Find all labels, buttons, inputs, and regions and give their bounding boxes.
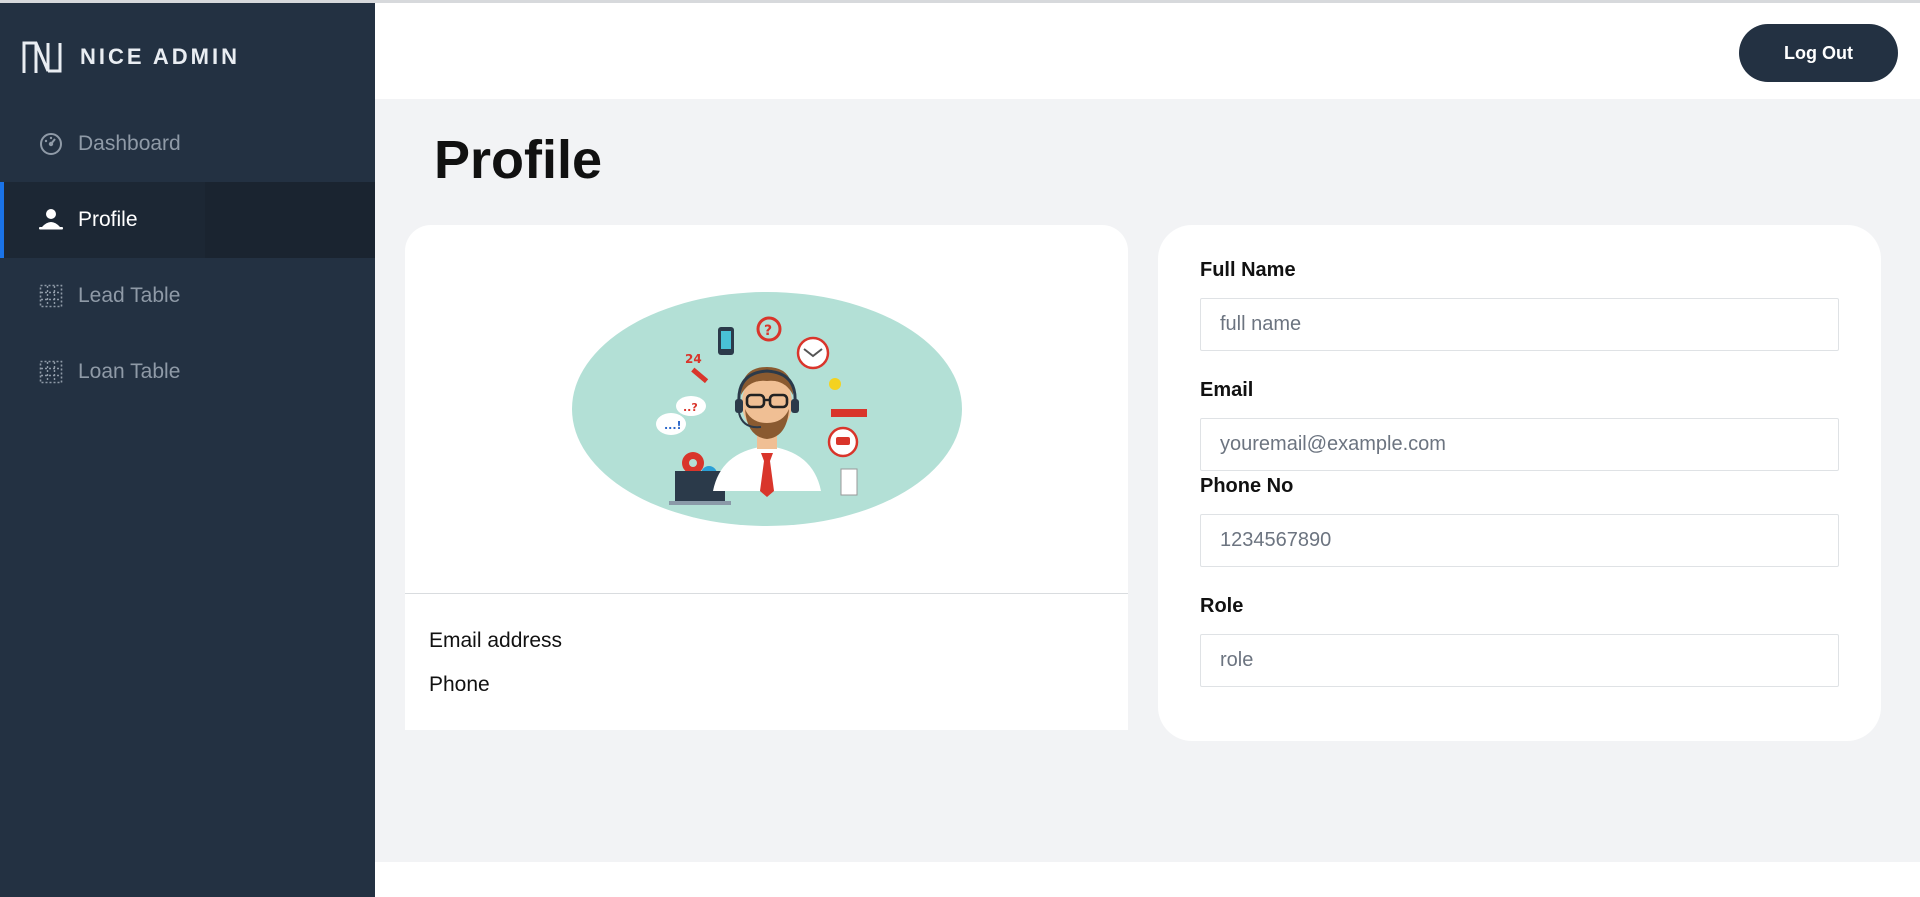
- svg-text:24: 24: [685, 352, 702, 366]
- full-name-input[interactable]: [1200, 298, 1839, 351]
- main-content: Profile ? 24 ..? ...! Email address Phon…: [375, 99, 1920, 862]
- profile-form-card: Full Name Email Phone No Role: [1158, 225, 1881, 741]
- brand-name: NICE ADMIN: [80, 44, 240, 69]
- sidebar-item-label: Loan Table: [78, 360, 181, 383]
- sidebar-item-label: Dashboard: [78, 132, 181, 155]
- grid-icon: [38, 359, 64, 385]
- email-label: Email: [1200, 379, 1254, 401]
- profile-card: ? 24 ..? ...! Email address Phone: [405, 225, 1128, 730]
- card-divider: [405, 593, 1128, 594]
- sidebar-item-loan-table[interactable]: Loan Table: [0, 334, 375, 410]
- svg-text:?: ?: [764, 323, 772, 339]
- user-icon: [38, 207, 64, 233]
- phone-label: Phone: [429, 673, 490, 696]
- grid-icon: [38, 283, 64, 309]
- role-input[interactable]: [1200, 634, 1839, 687]
- n-logo-icon: [22, 41, 62, 73]
- email-address-label: Email address: [429, 629, 563, 652]
- svg-text:...!: ...!: [664, 419, 682, 432]
- phone-no-label: Phone No: [1200, 475, 1294, 497]
- role-label: Role: [1200, 595, 1244, 617]
- top-header: Log Out: [375, 3, 1920, 99]
- full-name-label: Full Name: [1200, 259, 1296, 281]
- sidebar-nav: Dashboard Profile Lead Table Loan Table: [0, 106, 375, 410]
- sidebar-item-label: Lead Table: [78, 284, 181, 307]
- sidebar-item-profile[interactable]: Profile: [0, 182, 375, 258]
- svg-text:..?: ..?: [683, 401, 698, 414]
- brand[interactable]: NICE ADMIN: [22, 37, 240, 77]
- dashboard-icon: [38, 131, 64, 157]
- logout-button[interactable]: Log Out: [1739, 24, 1898, 82]
- email-input[interactable]: [1200, 418, 1839, 471]
- footer: [375, 862, 1920, 897]
- sidebar-item-dashboard[interactable]: Dashboard: [0, 106, 375, 182]
- sidebar-item-lead-table[interactable]: Lead Table: [0, 258, 375, 334]
- customer-support-illustration: ? 24 ..? ...!: [572, 292, 962, 526]
- sidebar-item-label: Profile: [78, 208, 138, 231]
- page-title: Profile: [434, 130, 603, 190]
- phone-input[interactable]: [1200, 514, 1839, 567]
- sidebar: NICE ADMIN Dashboard Profile Lead Table …: [0, 3, 375, 897]
